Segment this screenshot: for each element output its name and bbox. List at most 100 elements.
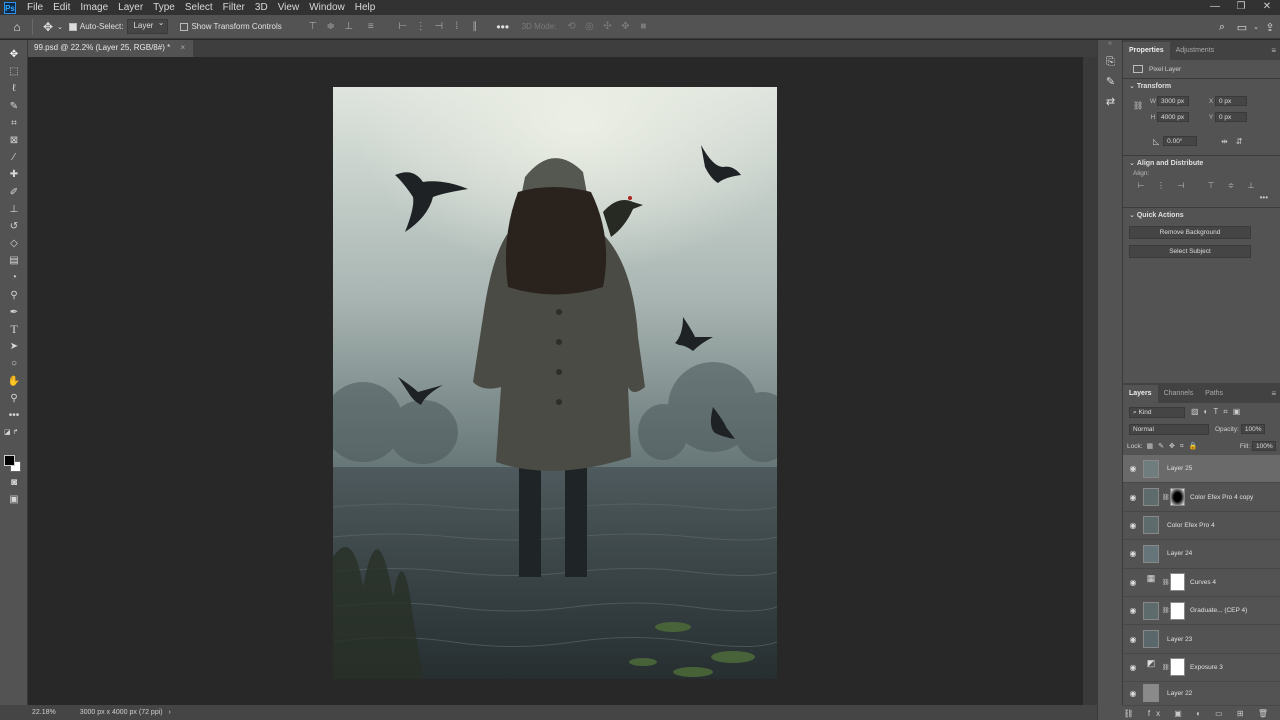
layer-row[interactable]: ◉ Layer 24 xyxy=(1123,540,1280,569)
mask-link-icon[interactable]: ⛓ xyxy=(1162,664,1170,671)
search-icon[interactable]: ⌕ xyxy=(1212,21,1232,34)
eraser-tool-icon[interactable]: ◇ xyxy=(0,235,28,252)
ellipse-tool-icon[interactable]: ○ xyxy=(0,355,28,372)
crop-tool-icon[interactable]: ⌗ xyxy=(0,115,28,132)
tab-adjustments[interactable]: Adjustments xyxy=(1170,42,1221,60)
panel-menu-icon[interactable]: ≡ xyxy=(1271,42,1280,60)
height-field[interactable]: 4000 px xyxy=(1157,112,1189,122)
gradient-tool-icon[interactable]: ▤ xyxy=(0,252,28,269)
align-section-title[interactable]: Align and Distribute xyxy=(1123,156,1280,170)
close-window-icon[interactable]: ✕ xyxy=(1254,0,1280,15)
align-bottom-edges-icon[interactable]: ⊥ xyxy=(1241,181,1261,190)
3d-camera-icon[interactable]: ■ xyxy=(634,21,652,32)
document-artwork[interactable] xyxy=(333,87,777,679)
blend-mode-dropdown[interactable]: Normal xyxy=(1129,423,1209,435)
history-panel-icon[interactable]: ⎘ xyxy=(1098,52,1123,72)
3d-rotate-icon[interactable]: ⟲ xyxy=(562,21,580,32)
lock-icons[interactable]: ▦✎✥⌗🔒 xyxy=(1147,442,1203,451)
dodge-tool-icon[interactable]: ⚲ xyxy=(0,287,28,304)
document-tab[interactable]: 99.psd @ 22.2% (Layer 25, RGB/8#) * × xyxy=(28,40,194,57)
layer-row[interactable]: ◉ Layer 23 xyxy=(1123,625,1280,654)
visibility-eye-icon[interactable]: ◉ xyxy=(1123,663,1143,672)
align-bottom-icon[interactable]: ⊥ xyxy=(340,21,358,32)
flip-vertical-icon[interactable]: ⇵ xyxy=(1236,137,1243,146)
align-hcenter-icon[interactable]: ⋮ xyxy=(412,21,430,32)
opacity-field[interactable]: 100% xyxy=(1240,424,1265,434)
menu-help[interactable]: Help xyxy=(350,0,381,15)
layer-row[interactable]: ◉ ◩ ⛓ Exposure 3 xyxy=(1123,654,1280,683)
fill-field[interactable]: 100% xyxy=(1252,441,1276,451)
path-select-tool-icon[interactable]: ➤ xyxy=(0,338,28,355)
more-align-options-icon[interactable]: ••• xyxy=(1123,193,1280,207)
screen-mode-icon[interactable]: ▣ xyxy=(0,494,28,505)
eyedropper-tool-icon[interactable]: ⁄ xyxy=(0,149,28,166)
menu-file[interactable]: File xyxy=(22,0,48,15)
flip-horizontal-icon[interactable]: ⇹ xyxy=(1221,137,1228,146)
align-left-icon[interactable]: ⊢ xyxy=(394,21,412,32)
link-icon[interactable]: ⛓ xyxy=(1133,101,1143,110)
tab-layers[interactable]: Layers xyxy=(1123,385,1158,403)
zoom-tool-icon[interactable]: ⚲ xyxy=(0,390,28,407)
type-tool-icon[interactable]: T xyxy=(0,321,28,338)
marquee-tool-icon[interactable]: ⬚ xyxy=(0,63,28,80)
share-icon[interactable]: ⇪ xyxy=(1260,21,1280,34)
3d-roll-icon[interactable]: ◎ xyxy=(580,21,598,32)
align-h-centers-icon[interactable]: ⋮ xyxy=(1151,181,1171,190)
quick-actions-section-title[interactable]: Quick Actions xyxy=(1123,208,1280,222)
mask-link-icon[interactable]: ⛓ xyxy=(1162,607,1170,614)
history-brush-tool-icon[interactable]: ↺ xyxy=(0,218,28,235)
healing-brush-tool-icon[interactable]: ✚ xyxy=(0,166,28,183)
tab-channels[interactable]: Channels xyxy=(1158,385,1200,403)
align-right-edges-icon[interactable]: ⊣ xyxy=(1171,181,1191,190)
layer-row[interactable]: ◉ ▦ ⛓ Curves 4 xyxy=(1123,569,1280,597)
close-tab-icon[interactable]: × xyxy=(180,43,185,52)
minimize-icon[interactable]: — xyxy=(1202,0,1228,15)
visibility-eye-icon[interactable]: ◉ xyxy=(1123,493,1143,502)
visibility-eye-icon[interactable]: ◉ xyxy=(1123,521,1143,530)
visibility-eye-icon[interactable]: ◉ xyxy=(1123,689,1143,698)
mask-link-icon[interactable]: ⛓ xyxy=(1162,494,1170,501)
distribute-spacing-icon[interactable]: ∥ xyxy=(466,21,484,32)
move-tool-icon[interactable]: ✥ xyxy=(0,46,28,63)
remove-background-button[interactable]: Remove Background xyxy=(1129,226,1251,239)
quick-mask-icon[interactable]: ◙ xyxy=(0,477,28,488)
y-field[interactable]: 0 px xyxy=(1215,112,1247,122)
distribute-icon[interactable]: ≡ xyxy=(362,21,380,32)
mask-link-icon[interactable]: ⛓ xyxy=(1162,579,1170,586)
chevron-down-icon[interactable]: ⌄ xyxy=(1252,23,1260,31)
hand-tool-icon[interactable]: ✋ xyxy=(0,373,28,390)
quick-select-tool-icon[interactable]: ✎ xyxy=(0,98,28,115)
align-vcenter-icon[interactable]: ≑ xyxy=(322,21,340,32)
menu-type[interactable]: Type xyxy=(148,0,180,15)
frame-tool-icon[interactable]: ⊠ xyxy=(0,132,28,149)
collapse-icon[interactable]: « xyxy=(1098,40,1122,52)
width-field[interactable]: 3000 px xyxy=(1157,96,1189,106)
align-right-icon[interactable]: ⊣ xyxy=(430,21,448,32)
menu-window[interactable]: Window xyxy=(304,0,350,15)
menu-select[interactable]: Select xyxy=(180,0,218,15)
brush-tool-icon[interactable]: ✐ xyxy=(0,184,28,201)
layer-row[interactable]: ◉ Layer 25 xyxy=(1123,455,1280,484)
layer-row[interactable]: ◉ Color Efex Pro 4 xyxy=(1123,512,1280,541)
align-v-centers-icon[interactable]: ≑ xyxy=(1221,181,1241,190)
canvas-scrollbar[interactable] xyxy=(1083,57,1097,705)
auto-select-dropdown[interactable]: Layer xyxy=(127,17,169,34)
visibility-eye-icon[interactable]: ◉ xyxy=(1123,606,1143,615)
layers-menu-icon[interactable]: ≡ xyxy=(1271,385,1280,403)
chevron-down-icon[interactable]: ⌄ xyxy=(57,23,63,31)
filter-icons[interactable]: ▨◐T⌗▣ xyxy=(1191,407,1245,417)
blur-tool-icon[interactable]: ◔ xyxy=(0,269,28,286)
transform-controls-checkbox[interactable] xyxy=(180,22,189,31)
layer-row[interactable]: ◉ ⛓ Graduate... (CEP 4) xyxy=(1123,597,1280,626)
tab-properties[interactable]: Properties xyxy=(1123,42,1170,60)
3d-slide-icon[interactable]: ✥ xyxy=(616,21,634,32)
swap-colors-icon[interactable]: ◪ ↱ xyxy=(0,424,28,441)
angle-field[interactable]: 0.00° xyxy=(1163,136,1198,146)
visibility-eye-icon[interactable]: ◉ xyxy=(1123,464,1143,473)
clone-stamp-tool-icon[interactable]: ⊥ xyxy=(0,201,28,218)
layer-row[interactable]: ◉ Layer 22 xyxy=(1123,682,1280,704)
pen-tool-icon[interactable]: ✒ xyxy=(0,304,28,321)
chevron-right-icon[interactable]: › xyxy=(169,709,171,716)
select-subject-button[interactable]: Select Subject xyxy=(1129,245,1251,258)
home-icon[interactable]: ⌂ xyxy=(8,20,26,34)
